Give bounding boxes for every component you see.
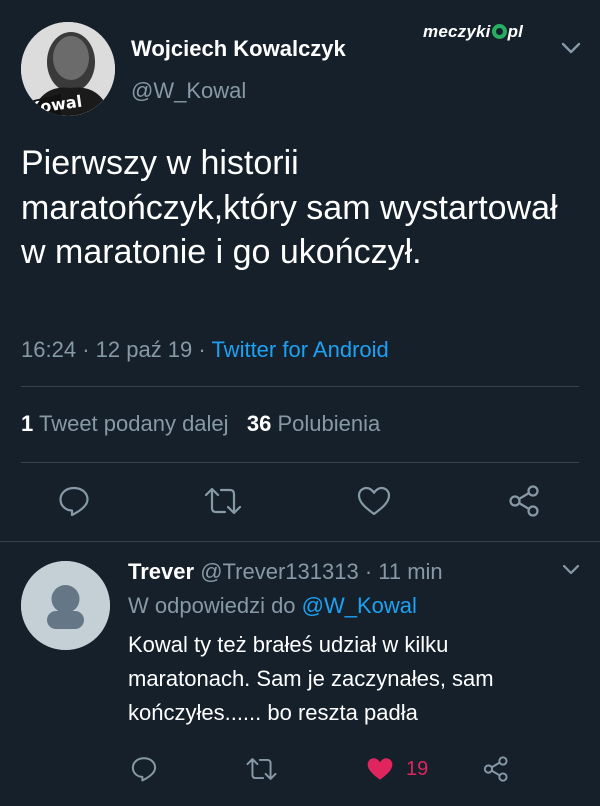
reply-icon xyxy=(131,757,157,782)
chevron-down-icon xyxy=(561,42,581,54)
share-icon xyxy=(483,756,508,782)
share-icon xyxy=(509,485,539,517)
tweet-meta: 16:24 · 12 paź 19 · Twitter for Android xyxy=(21,337,389,363)
brand-suffix: pl xyxy=(507,22,524,41)
chevron-down-icon xyxy=(562,564,580,575)
reply-share-button[interactable] xyxy=(482,755,511,788)
like-count[interactable]: 36 xyxy=(247,411,271,436)
reply-author-name[interactable]: Trever xyxy=(128,559,194,584)
like-button[interactable] xyxy=(356,484,392,523)
reply-avatar[interactable] xyxy=(21,561,110,650)
meta-separator: · xyxy=(82,337,90,362)
heart-icon xyxy=(357,486,391,516)
reply-header: Trever @Trever131313 · 11 min xyxy=(128,559,443,585)
reply-retweet-button[interactable] xyxy=(245,755,278,788)
tweet-text: Pierwszy w historii maratończyk,który sa… xyxy=(21,144,558,271)
tweet-menu-button[interactable] xyxy=(560,40,582,61)
heart-filled-icon xyxy=(367,758,393,780)
tweet-stats: 1 Tweet podany dalej 36 Polubienia xyxy=(21,411,380,437)
reply-to-label: W odpowiedzi do xyxy=(128,593,296,618)
retweet-count[interactable]: 1 xyxy=(21,411,33,436)
author-photo: Kowal xyxy=(21,22,115,116)
brand-prefix: meczyki xyxy=(423,22,491,41)
reply-like-count[interactable]: 19 xyxy=(406,758,428,781)
reply-to-line: W odpowiedzi do @W_Kowal xyxy=(128,593,417,619)
reply-menu-button[interactable] xyxy=(561,563,581,582)
ball-icon xyxy=(491,24,507,39)
divider xyxy=(21,386,579,387)
reply-author-handle[interactable]: @Trever131313 xyxy=(200,559,359,584)
reply-separator: · xyxy=(364,559,373,584)
default-avatar-icon xyxy=(21,561,110,650)
retweet-button[interactable] xyxy=(203,484,243,523)
reply-like-button[interactable] xyxy=(365,755,395,788)
reply-button[interactable] xyxy=(57,484,91,523)
section-separator xyxy=(0,541,600,542)
brand-watermark: meczyki pl xyxy=(423,22,523,42)
author-avatar[interactable]: Kowal xyxy=(21,22,115,116)
reply-time: 11 min xyxy=(378,559,443,584)
reply-icon xyxy=(59,486,89,517)
like-label[interactable]: Polubienia xyxy=(278,411,381,436)
tweet-time: 16:24 xyxy=(21,337,77,362)
share-button[interactable] xyxy=(507,484,543,523)
tweet-date: 12 paź 19 xyxy=(95,337,193,362)
meta-separator: · xyxy=(198,337,206,362)
retweet-icon xyxy=(246,758,277,780)
reply-to-handle[interactable]: @W_Kowal xyxy=(302,593,417,618)
reply-text: Kowal ty też brałeś udział w kilku marat… xyxy=(128,632,494,725)
author-name[interactable]: Wojciech Kowalczyk xyxy=(131,36,346,62)
retweet-label[interactable]: Tweet podany dalej xyxy=(39,411,229,436)
reply-reply-button[interactable] xyxy=(130,755,158,788)
author-handle[interactable]: @W_Kowal xyxy=(131,78,246,104)
divider xyxy=(21,462,579,463)
retweet-icon xyxy=(204,487,242,515)
tweet-source-link[interactable]: Twitter for Android xyxy=(211,337,388,362)
